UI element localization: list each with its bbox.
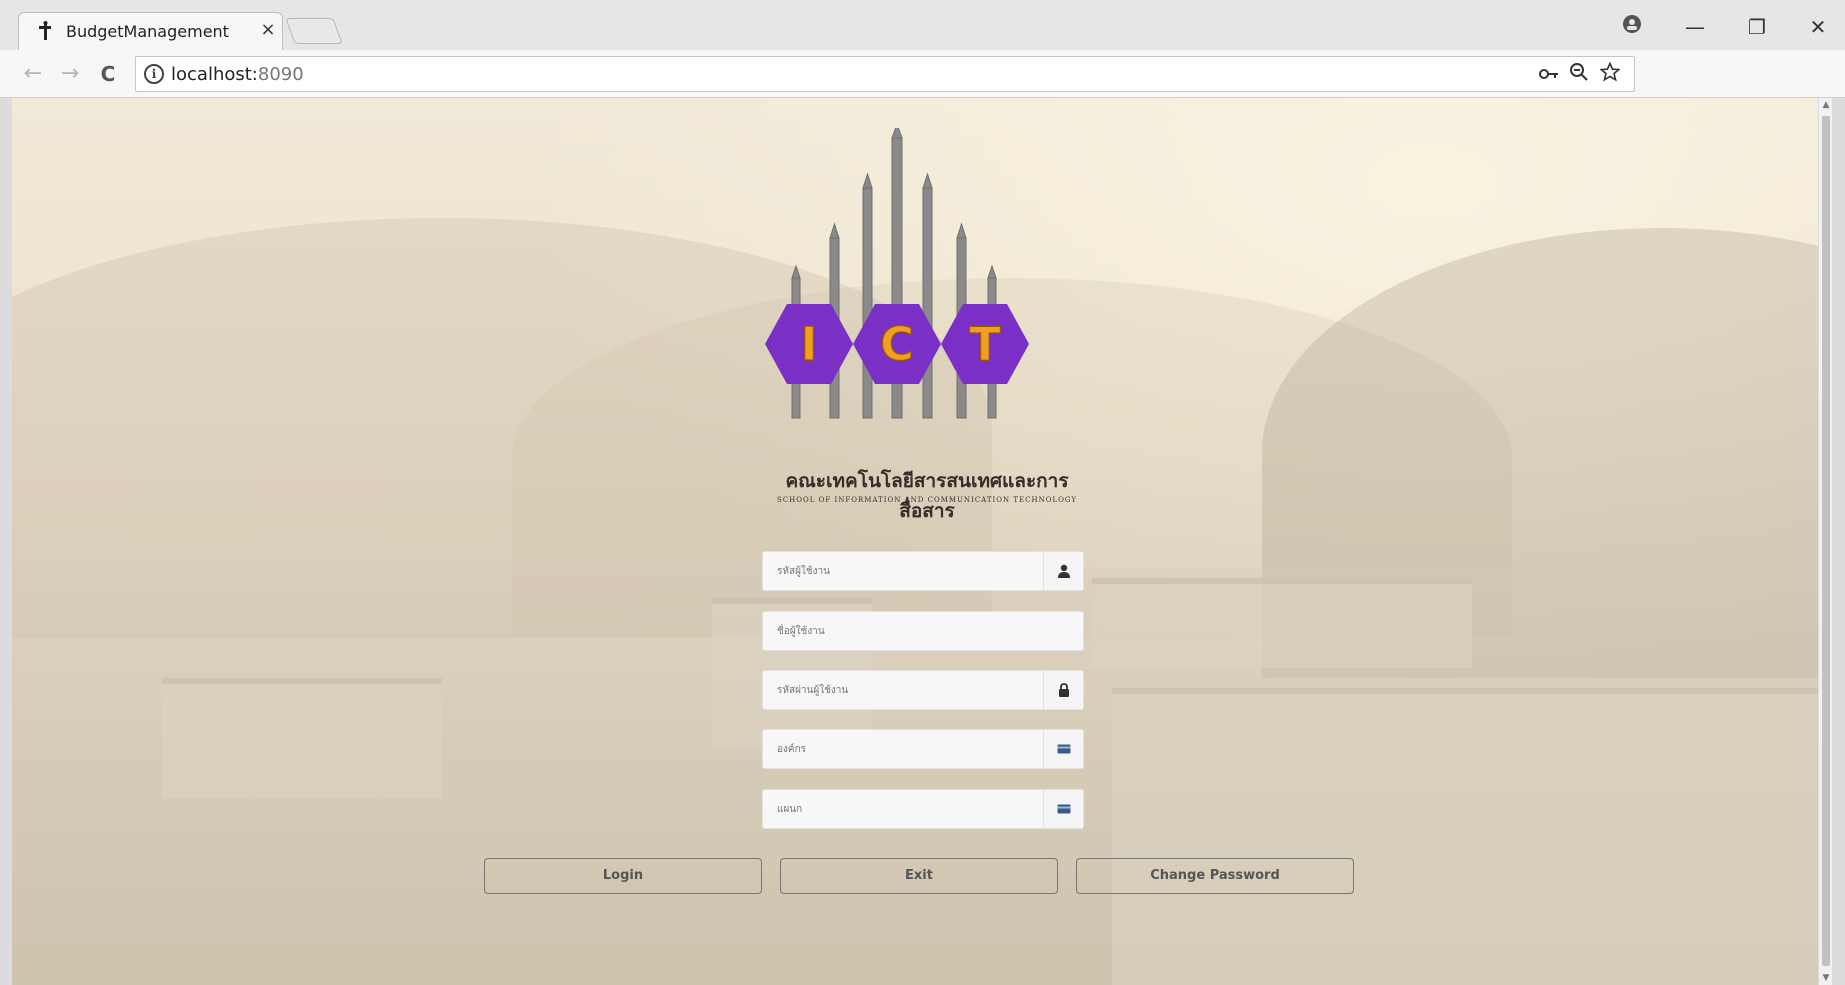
password-field[interactable] [762,670,1084,710]
logo-letter-c: C [880,317,914,371]
logo-letter-i: I [800,317,817,371]
back-button[interactable]: ← [18,60,48,88]
exit-button[interactable]: Exit [780,858,1058,894]
browser-toolbar: ← → C i localhost:8090 [0,50,1845,98]
password-input[interactable] [763,671,1035,709]
department-field[interactable] [762,789,1084,829]
page-scrollbar[interactable]: ▲ ▼ [1818,98,1832,985]
tab-title: BudgetManagement [66,22,229,41]
organization-field[interactable] [762,729,1084,769]
page-viewport: I C T คณะเทคโนโลยีสารสนเทศและการสื่อสาร … [12,98,1832,985]
star-icon[interactable] [1597,61,1623,88]
ict-logo: I C T [765,128,1029,419]
scroll-up-icon[interactable]: ▲ [1819,98,1832,112]
tab-strip: BudgetManagement × — ❐ ✕ [0,0,1845,50]
lock-icon [1043,671,1083,709]
card-icon [1043,730,1083,768]
address-bar[interactable]: i localhost:8090 [135,56,1635,92]
change-password-button[interactable]: Change Password [1076,858,1354,894]
username-field[interactable] [762,611,1084,651]
profile-icon[interactable] [1612,12,1652,42]
key-icon[interactable] [1536,62,1562,88]
employee-id-input[interactable] [763,552,1035,590]
reload-button[interactable]: C [93,60,123,88]
username-input[interactable] [763,612,1083,650]
favicon-icon [37,21,55,41]
scroll-thumb[interactable] [1822,116,1830,966]
department-input[interactable] [763,790,1035,828]
restore-icon[interactable]: ❐ [1737,12,1777,42]
new-tab-button[interactable] [285,18,343,44]
close-window-icon[interactable]: ✕ [1798,12,1838,42]
forward-button[interactable]: → [55,60,85,88]
browser-window: BudgetManagement × — ❐ ✕ ← → C i localho… [0,0,1845,985]
scroll-down-icon[interactable]: ▼ [1819,971,1832,985]
tab-close-icon[interactable]: × [257,19,279,41]
organization-input[interactable] [763,730,1035,768]
zoom-icon[interactable] [1566,62,1592,88]
logo-letter-t: T [969,317,1001,371]
user-icon [1043,552,1083,590]
info-icon[interactable]: i [144,64,164,84]
card-icon [1043,790,1083,828]
employee-id-field[interactable] [762,551,1084,591]
tab-budget-management[interactable]: BudgetManagement × [18,12,283,50]
url-text: localhost:8090 [171,64,304,85]
minimize-icon[interactable]: — [1675,12,1715,42]
login-button[interactable]: Login [484,858,762,894]
faculty-english-name: SCHOOL OF INFORMATION AND COMMUNICATION … [777,496,1077,504]
